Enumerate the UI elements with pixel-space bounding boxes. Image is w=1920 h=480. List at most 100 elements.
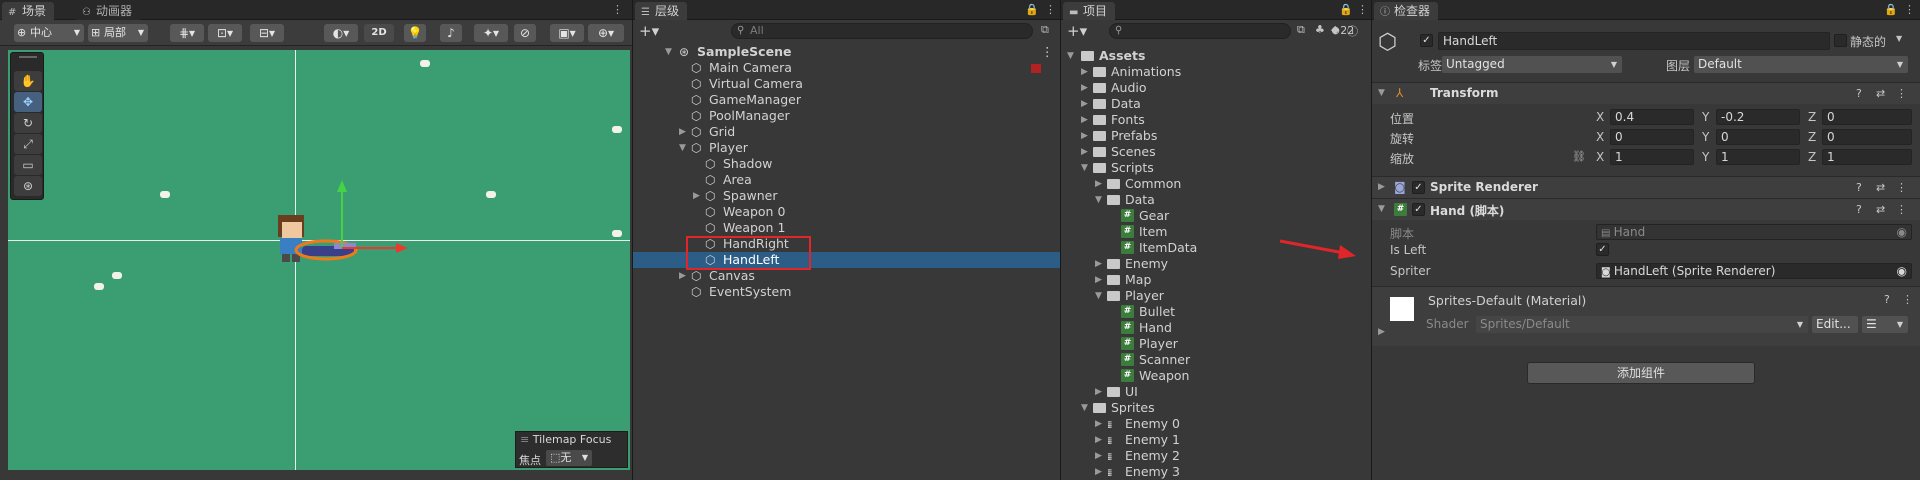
project-item[interactable]: # Gear bbox=[1061, 208, 1371, 224]
object-picker-icon[interactable]: ◉ bbox=[1897, 264, 1907, 278]
preset-icon[interactable]: ⇄ bbox=[1876, 203, 1885, 216]
project-item[interactable]: ▶ Fonts bbox=[1061, 112, 1371, 128]
shading-mode-button[interactable]: ◐▾ bbox=[324, 24, 358, 42]
rect-tool-button[interactable]: ▭ bbox=[14, 155, 42, 175]
more-options-icon[interactable]: ⋮ bbox=[1045, 3, 1056, 16]
help-icon[interactable]: ? bbox=[1856, 203, 1862, 216]
hierarchy-search-input[interactable]: ⚲ All bbox=[731, 23, 1033, 39]
position-z-field[interactable]: 0 bbox=[1822, 109, 1912, 125]
static-checkbox[interactable] bbox=[1834, 34, 1847, 47]
project-item[interactable]: # Player bbox=[1061, 336, 1371, 352]
preset-icon[interactable]: ⇄ bbox=[1876, 181, 1885, 194]
scale-tool-button[interactable]: ⤢ bbox=[14, 134, 42, 154]
project-item[interactable]: ▶ ⁞⁞⁞ Enemy 0 bbox=[1061, 416, 1371, 432]
more-options-icon[interactable]: ⋮ bbox=[1896, 87, 1907, 100]
more-options-icon[interactable]: ⋮ bbox=[1902, 293, 1913, 306]
link-scale-icon[interactable]: ⛓ bbox=[1572, 150, 1586, 163]
scene-menu-icon[interactable]: ⋮ bbox=[1041, 44, 1054, 60]
tab-project[interactable]: ▬ 项目 bbox=[1063, 2, 1116, 20]
player-sprite-with-gizmo[interactable] bbox=[258, 150, 438, 280]
tree-item[interactable]: ⬡ EventSystem bbox=[633, 284, 1060, 300]
project-item[interactable]: ▼ Assets bbox=[1061, 48, 1371, 64]
tab-hierarchy[interactable]: ☰ 层级 bbox=[635, 2, 688, 20]
tree-item[interactable]: ⬡ Shadow bbox=[633, 156, 1060, 172]
chevron-down-icon[interactable]: ▼ bbox=[1896, 34, 1902, 43]
edit-shader-button[interactable]: Edit... bbox=[1812, 316, 1858, 333]
increment-snap-button[interactable]: ⊡▾ bbox=[208, 24, 242, 42]
tree-item[interactable]: ⬡ GameManager bbox=[633, 92, 1060, 108]
project-item[interactable]: ▶ Scenes bbox=[1061, 144, 1371, 160]
more-options-icon[interactable]: ⋮ bbox=[1896, 181, 1907, 194]
tab-animator[interactable]: ⚇ 动画器 bbox=[76, 2, 141, 20]
tree-item[interactable]: ⬡ Main Camera bbox=[633, 60, 1060, 76]
hand-tool-button[interactable]: ✋ bbox=[14, 71, 42, 91]
active-checkbox[interactable]: ✓ bbox=[1420, 34, 1433, 47]
project-item[interactable]: ▼ Player bbox=[1061, 288, 1371, 304]
transform-tool-button[interactable]: ⊛ bbox=[14, 176, 42, 196]
hand-script-header[interactable]: ▼ # ✓ Hand (脚本) ? ⇄ ⋮ bbox=[1372, 198, 1920, 220]
2d-toggle-button[interactable]: 2D bbox=[364, 24, 394, 42]
shader-dropdown[interactable]: Sprites/Default ▼ bbox=[1476, 316, 1808, 333]
position-y-field[interactable]: -0.2 bbox=[1716, 109, 1800, 125]
project-item[interactable]: ▼ Sprites bbox=[1061, 400, 1371, 416]
palette-grip[interactable] bbox=[19, 56, 37, 58]
help-icon[interactable]: ? bbox=[1856, 87, 1862, 100]
lighting-toggle-button[interactable]: 💡 bbox=[404, 24, 426, 42]
scene-visibility-button[interactable]: ⊘ bbox=[514, 24, 536, 42]
create-add-button[interactable]: +▾ bbox=[639, 22, 659, 40]
project-item[interactable]: ▼ Data bbox=[1061, 192, 1371, 208]
tree-item[interactable]: ▶ ⬡ Canvas bbox=[633, 268, 1060, 284]
focus-dropdown[interactable]: ⬚无 ▼ bbox=[546, 450, 592, 466]
search-by-type-icon[interactable]: ⧉ bbox=[1297, 23, 1305, 37]
effects-button[interactable]: ✦▾ bbox=[474, 24, 508, 42]
project-item[interactable]: # Hand bbox=[1061, 320, 1371, 336]
sprite-renderer-enabled-checkbox[interactable]: ✓ bbox=[1412, 181, 1425, 194]
tree-item[interactable]: ⬡ Virtual Camera bbox=[633, 76, 1060, 92]
project-item[interactable]: ▶ ⁞⁞⁞ Enemy 1 bbox=[1061, 432, 1371, 448]
move-tool-button[interactable]: ✥ bbox=[14, 92, 42, 112]
rotation-z-field[interactable]: 0 bbox=[1822, 129, 1912, 145]
tree-item[interactable]: ▼ ⬡ Player bbox=[633, 140, 1060, 156]
project-item[interactable]: ▶ Data bbox=[1061, 96, 1371, 112]
project-item[interactable]: ▼ Scripts bbox=[1061, 160, 1371, 176]
project-item[interactable]: ▶ Common bbox=[1061, 176, 1371, 192]
project-item[interactable]: ▶ UI bbox=[1061, 384, 1371, 400]
project-item[interactable]: ▶ ⁞⁞⁞ Enemy 2 bbox=[1061, 448, 1371, 464]
layer-dropdown[interactable]: Default ▼ bbox=[1694, 56, 1908, 73]
project-item[interactable]: # Bullet bbox=[1061, 304, 1371, 320]
lock-icon[interactable]: 🔒 bbox=[1025, 3, 1039, 16]
gizmos-button[interactable]: ⊕▾ bbox=[588, 24, 624, 42]
scene-viewport[interactable] bbox=[8, 50, 630, 470]
tree-item[interactable]: ▶ ⬡ Grid bbox=[633, 124, 1060, 140]
collapsed-arrow-icon[interactable]: ▶ bbox=[1378, 327, 1385, 337]
scale-z-field[interactable]: 1 bbox=[1822, 149, 1912, 165]
scale-y-field[interactable]: 1 bbox=[1716, 149, 1800, 165]
grid-snap-button[interactable]: ⋕▾ bbox=[170, 24, 204, 42]
project-item[interactable]: ▶ Audio bbox=[1061, 80, 1371, 96]
rotation-y-field[interactable]: 0 bbox=[1716, 129, 1800, 145]
hidden-packages-indicator[interactable]: ⊘22 bbox=[1331, 24, 1354, 37]
more-options-icon[interactable]: ⋮ bbox=[1896, 203, 1907, 216]
more-options-icon[interactable]: ⋮ bbox=[1904, 3, 1915, 16]
is-left-checkbox[interactable]: ✓ bbox=[1596, 243, 1609, 256]
tab-scene[interactable]: # 场景 bbox=[2, 2, 55, 20]
tree-item[interactable]: ⬡ Weapon 1 bbox=[633, 220, 1060, 236]
rotation-x-field[interactable]: 0 bbox=[1610, 129, 1694, 145]
hand-script-enabled-checkbox[interactable]: ✓ bbox=[1412, 203, 1425, 216]
camera-settings-button[interactable]: ▣▾ bbox=[550, 24, 584, 42]
object-name-field[interactable]: HandLeft bbox=[1438, 32, 1830, 50]
add-component-button[interactable]: 添加组件 bbox=[1527, 362, 1755, 384]
preset-icon[interactable]: ⇄ bbox=[1876, 87, 1885, 100]
scale-x-field[interactable]: 1 bbox=[1610, 149, 1694, 165]
shader-options-button[interactable]: ☰ ▼ bbox=[1862, 316, 1908, 333]
align-button[interactable]: ⊟▾ bbox=[250, 24, 284, 42]
position-x-field[interactable]: 0.4 bbox=[1610, 109, 1694, 125]
tag-dropdown[interactable]: Untagged ▼ bbox=[1442, 56, 1622, 73]
pivot-dropdown[interactable]: ⊕ 中心 ▼ bbox=[14, 24, 84, 42]
search-by-label-icon[interactable]: ♣ bbox=[1315, 23, 1325, 36]
create-asset-button[interactable]: +▾ bbox=[1067, 22, 1087, 40]
project-item[interactable]: ▶ Map bbox=[1061, 272, 1371, 288]
sprite-renderer-header[interactable]: ▶ ◙ ✓ Sprite Renderer ? ⇄ ⋮ bbox=[1372, 176, 1920, 198]
more-options-icon[interactable]: ⋮ bbox=[612, 3, 623, 16]
transform-header[interactable]: ▼ ⅄ Transform ? ⇄ ⋮ bbox=[1372, 82, 1920, 104]
